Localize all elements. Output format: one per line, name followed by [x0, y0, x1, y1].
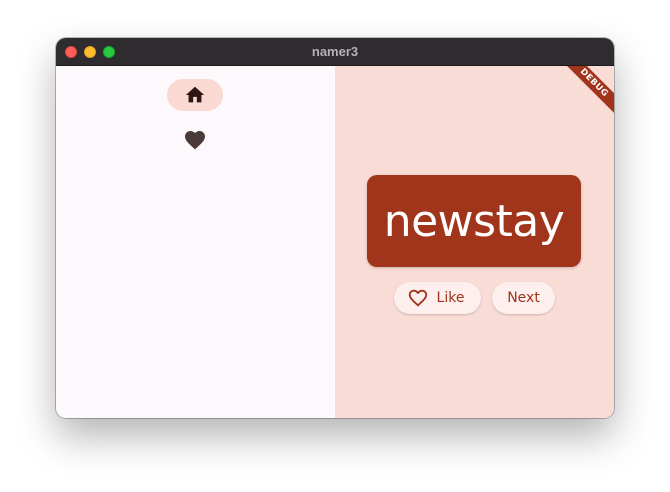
window-title: namer3 [311, 44, 359, 59]
next-button-label: Next [507, 290, 540, 306]
generator-page: DEBUG newstay Like Next [335, 66, 614, 418]
app-content: DEBUG newstay Like Next [56, 66, 614, 418]
heart-outline-icon [407, 287, 429, 309]
like-button-label: Like [436, 290, 465, 306]
word-card: newstay [367, 175, 581, 267]
app-window: namer3 DEBUG newstay Like Next [56, 38, 614, 418]
generated-word: newstay [383, 195, 565, 247]
rail-item-favorites[interactable] [167, 124, 223, 156]
like-button[interactable]: Like [394, 282, 481, 314]
heart-icon [183, 128, 207, 152]
debug-banner: DEBUG [553, 66, 614, 124]
title-bar: namer3 [56, 38, 614, 66]
next-button[interactable]: Next [492, 282, 555, 314]
rail-item-home[interactable] [167, 79, 223, 111]
navigation-rail [56, 66, 335, 418]
home-icon [184, 84, 206, 106]
